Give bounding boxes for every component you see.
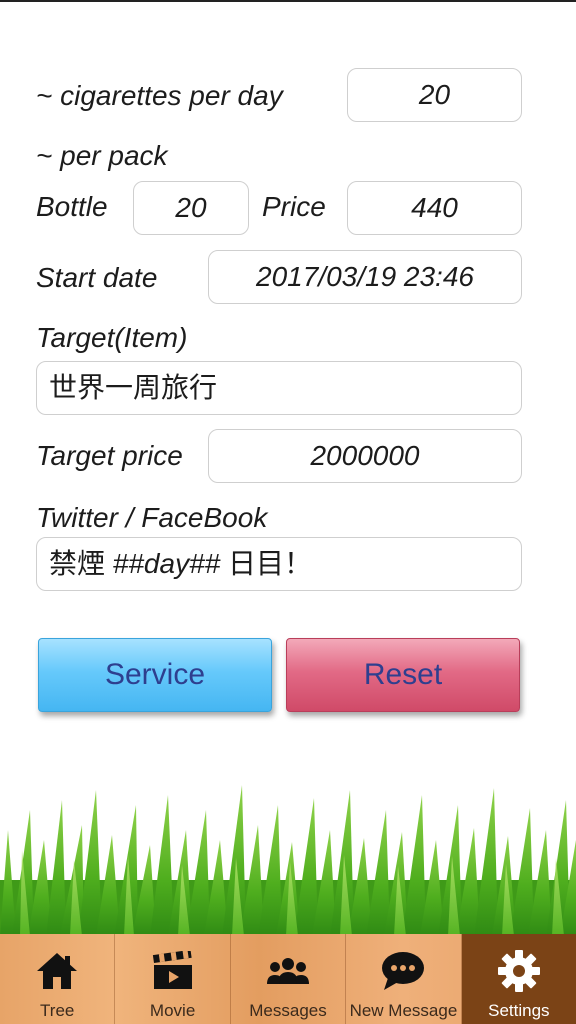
- start-date-label: Start date: [36, 262, 158, 293]
- social-message-input[interactable]: 禁煙 ##day## 日目！: [36, 537, 522, 591]
- price-label: Price: [262, 191, 326, 222]
- social-suffix: 日目！: [220, 548, 312, 579]
- tab-movie-label: Movie: [149, 1001, 196, 1020]
- tab-settings-label: Settings: [488, 1001, 550, 1020]
- top-divider: [0, 0, 576, 2]
- tab-messages-label: Messages: [249, 1001, 327, 1020]
- tab-bar: Tree Movie Messages New Message Settings: [0, 934, 576, 1024]
- bottle-input[interactable]: 20: [133, 181, 249, 235]
- tab-new-message-label: New Message: [349, 1001, 458, 1020]
- tab-movie[interactable]: Movie: [115, 934, 231, 1024]
- tab-tree-label: Tree: [40, 1001, 75, 1020]
- tab-new-message[interactable]: New Message: [346, 934, 462, 1024]
- social-label: Twitter / FaceBook: [36, 502, 268, 533]
- target-price-label: Target price: [36, 440, 183, 471]
- tab-messages[interactable]: Messages: [231, 934, 347, 1024]
- cigarettes-per-day-input[interactable]: 20: [347, 68, 522, 122]
- clapperboard-icon: [149, 947, 197, 995]
- service-button[interactable]: Service: [38, 638, 272, 712]
- gear-icon: [495, 947, 543, 995]
- social-prefix: 禁煙: [49, 548, 113, 579]
- target-item-label: Target(Item): [36, 322, 188, 353]
- target-price-input[interactable]: 2000000: [208, 429, 522, 483]
- tab-tree[interactable]: Tree: [0, 934, 116, 1024]
- reset-button[interactable]: Reset: [286, 638, 520, 712]
- bottle-label: Bottle: [36, 191, 108, 222]
- tab-settings[interactable]: Settings: [461, 934, 576, 1024]
- social-token: ##day##: [112, 548, 221, 579]
- grass-decoration: [0, 785, 576, 936]
- chat-bubble-icon: [379, 947, 427, 995]
- home-icon: [33, 947, 81, 995]
- cigarettes-per-day-label: ~ cigarettes per day: [36, 80, 283, 111]
- target-item-input[interactable]: 世界一周旅行: [36, 361, 522, 415]
- start-date-input[interactable]: 2017/03/19 23:46: [208, 250, 522, 304]
- people-icon: [264, 947, 312, 995]
- price-input[interactable]: 440: [347, 181, 522, 235]
- per-pack-label: ~ per pack: [36, 140, 168, 171]
